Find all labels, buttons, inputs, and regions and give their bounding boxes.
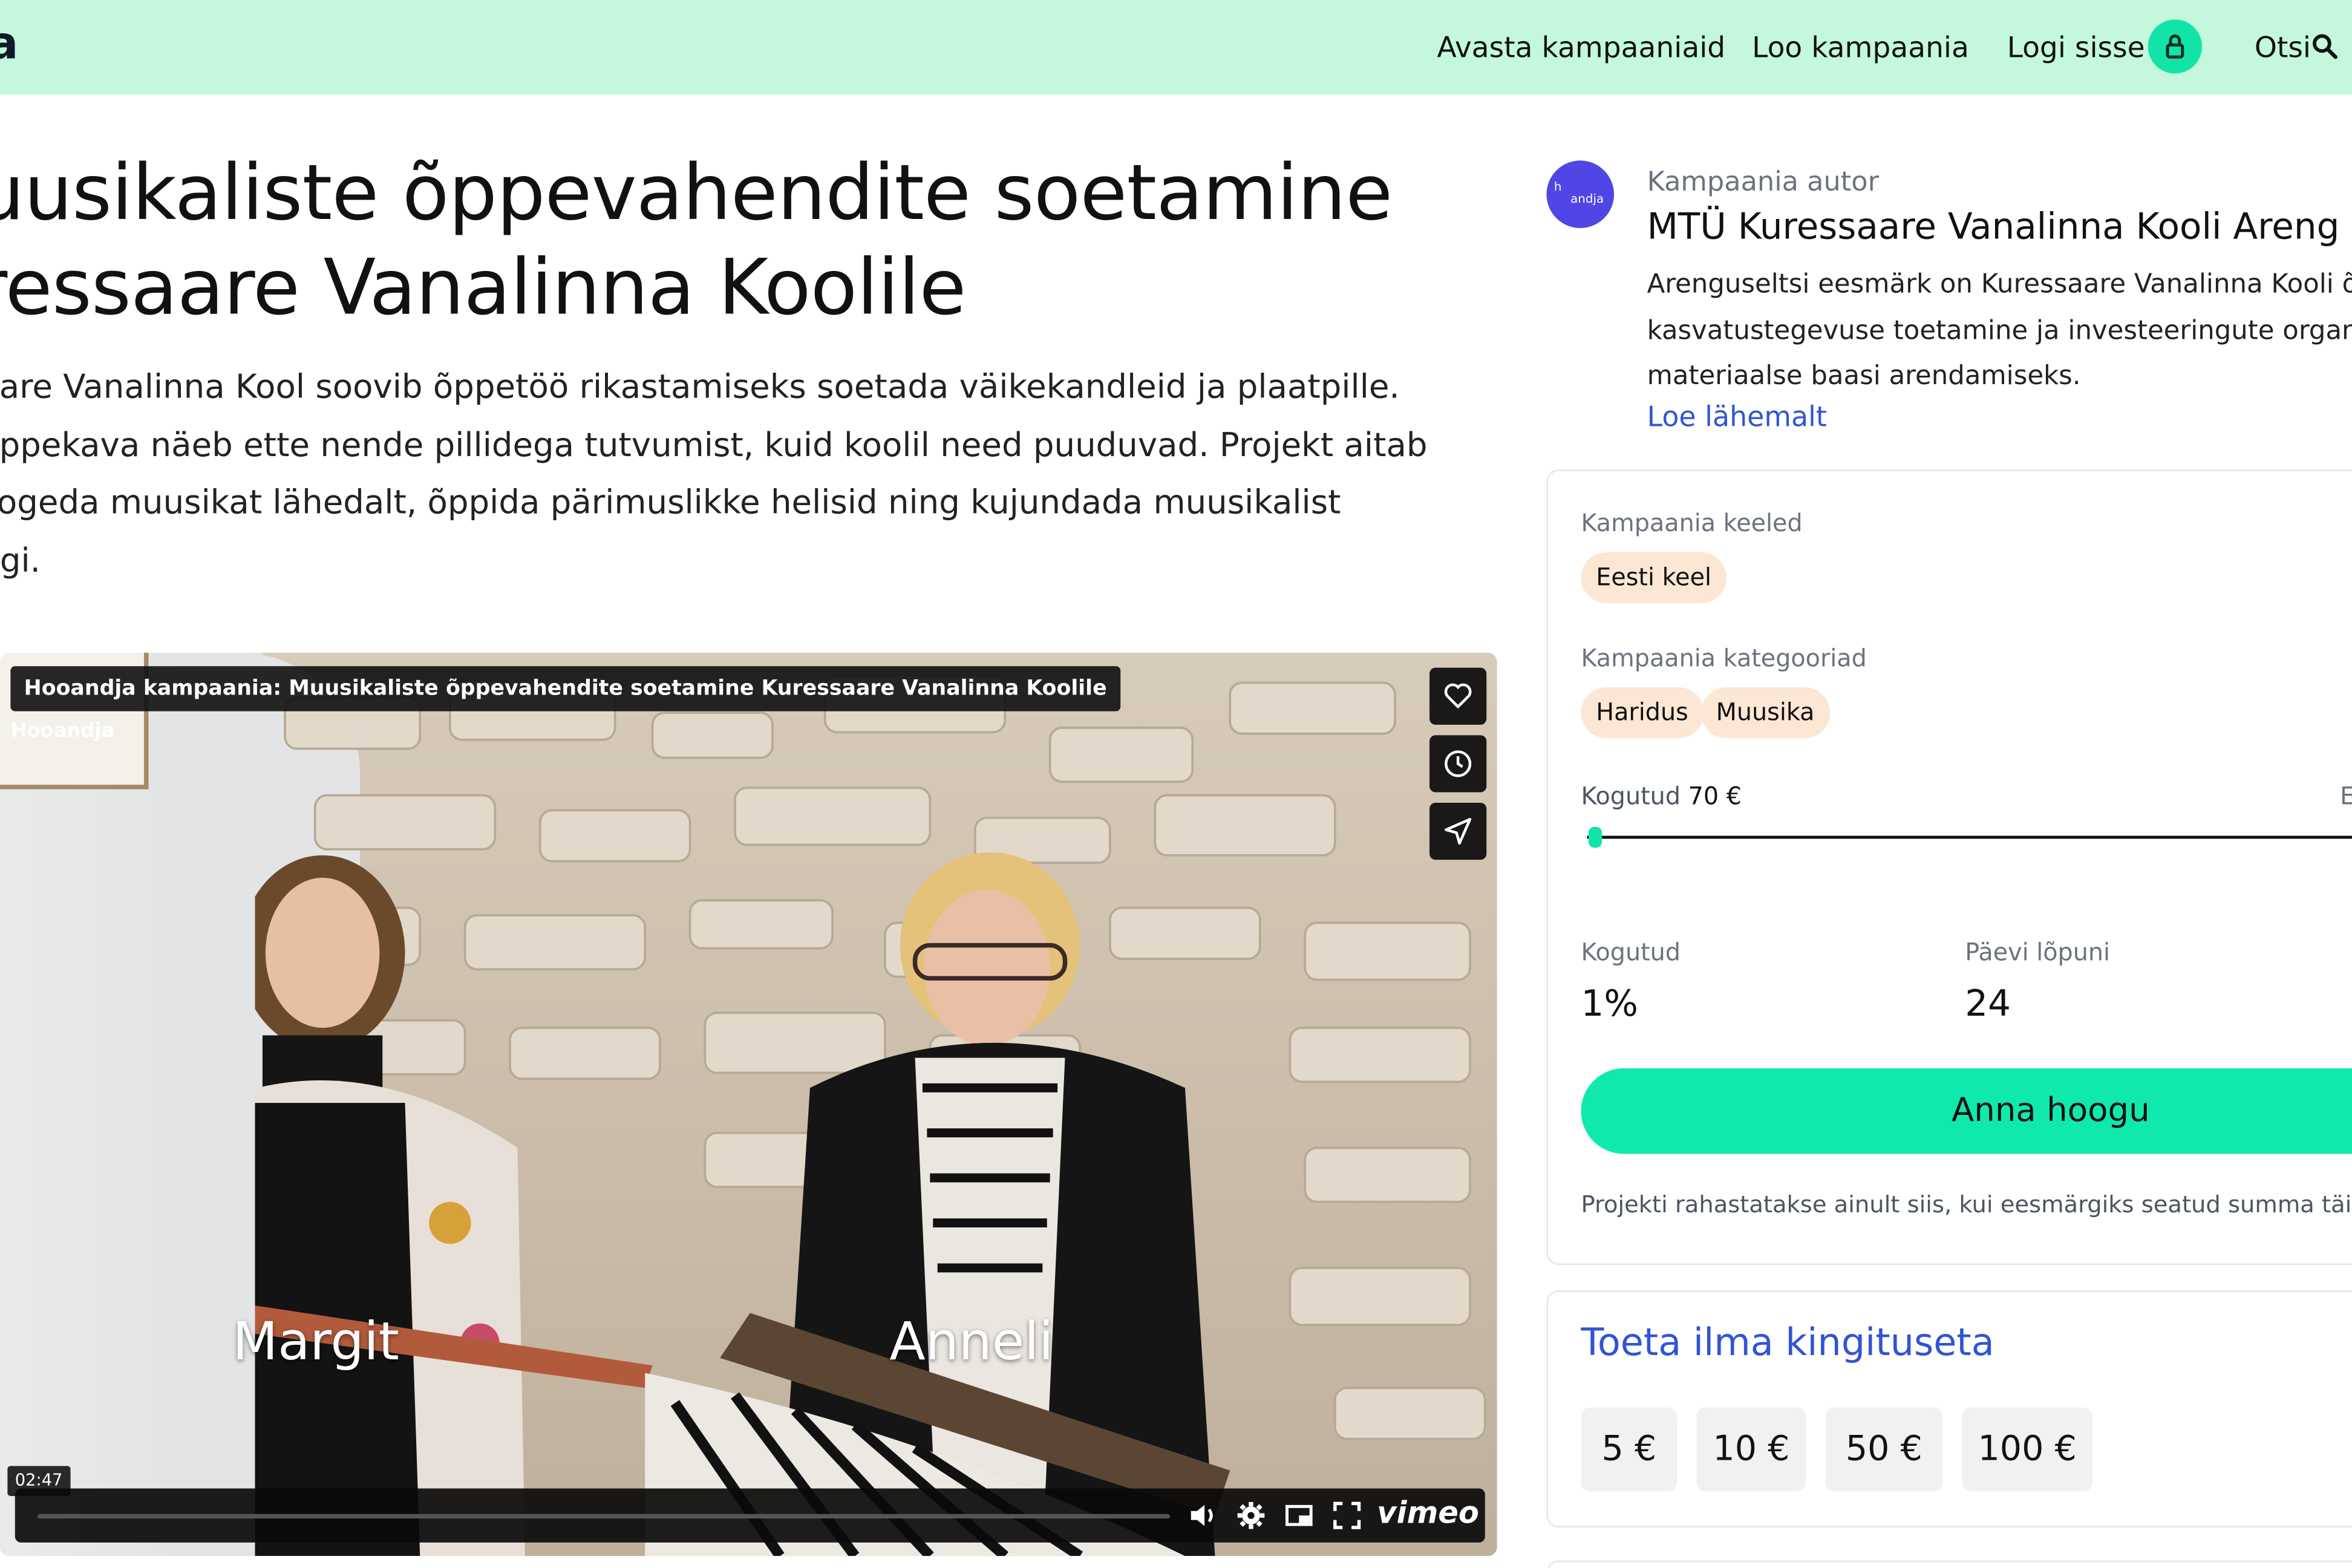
category-chip[interactable]: Muusika — [1700, 687, 1830, 739]
next-card — [1546, 1560, 2352, 1568]
amount-button[interactable]: 100 € — [1962, 1407, 2093, 1492]
days-left-label: Päevi lõpuni — [1965, 938, 2111, 967]
goal-label: E — [2340, 782, 2352, 810]
author-label: Kampaania autor — [1647, 166, 1879, 198]
campaign-title-line-2: ressaare Vanalinna Koolile — [0, 244, 966, 333]
author-description-line: Arenguseltsi eesmärk on Kuressaare Vanal… — [1647, 270, 2352, 301]
amount-button[interactable]: 5 € — [1581, 1407, 1677, 1492]
site-logo[interactable]: a — [0, 18, 18, 71]
amount-button[interactable]: 50 € — [1825, 1407, 1943, 1492]
author-description-line: kasvatustegevuse toetamine ja investeeri… — [1647, 316, 2352, 346]
collected-label: Kogutud — [1581, 782, 1681, 811]
login-button[interactable] — [2148, 19, 2203, 74]
description-line: aare Vanalinna Kool soovib õppetöö rikas… — [0, 369, 1400, 407]
search-icon[interactable] — [2311, 33, 2339, 60]
send-icon — [1445, 818, 1472, 845]
categories-label: Kampaania kategooriad — [1581, 644, 1867, 673]
like-button[interactable] — [1429, 667, 1487, 725]
lock-icon — [2166, 34, 2184, 59]
heart-icon — [1444, 683, 1472, 709]
share-button[interactable] — [1429, 803, 1487, 860]
pip-icon[interactable] — [1284, 1500, 1315, 1530]
video-scene — [255, 674, 1486, 1557]
collected-amount: 70 € — [1688, 782, 1742, 811]
volume-icon[interactable] — [1188, 1500, 1218, 1530]
languages-label: Kampaania keeled — [1581, 508, 1803, 537]
author-description: Arenguseltsi eesmärk on Kuressaare Vanal… — [1647, 263, 2352, 400]
campaign-title-line-1: uusikaliste õppevahendite soetamine — [0, 150, 1393, 239]
video-caption-right: Anneli — [889, 1313, 1054, 1373]
author-name[interactable]: MTÜ Kuressaare Vanalinna Kooli Areng — [1647, 206, 2340, 247]
read-more-link[interactable]: Loe lähemalt — [1647, 402, 1827, 434]
percent-label: Kogutud — [1581, 938, 1681, 967]
nav-discover-campaigns[interactable]: Avasta kampaaniaid — [1437, 31, 1725, 65]
author-description-line: materiaalse baasi arendamiseks. — [1647, 361, 2081, 392]
support-button-label: Anna hoogu — [1951, 1092, 2150, 1130]
clock-icon — [1445, 750, 1472, 777]
amount-button[interactable]: 10 € — [1696, 1407, 1806, 1492]
video-progress-bar[interactable] — [37, 1514, 1171, 1519]
campaign-title: uusikaliste õppevahendite soetamine ress… — [0, 147, 1476, 336]
nav-create-campaign[interactable]: Loo kampaania — [1752, 31, 1969, 65]
campaign-description: aare Vanalinna Kool soovib õppetöö rikas… — [0, 360, 1494, 591]
description-line: õppekava näeb ette nende pillidega tutvu… — [0, 426, 1428, 465]
author-avatar[interactable]: h andja — [1546, 160, 1615, 229]
funding-progress-track — [1587, 835, 2352, 839]
watch-later-button[interactable] — [1429, 735, 1487, 792]
vimeo-logo[interactable]: vimeo — [1377, 1494, 1479, 1530]
fullscreen-icon[interactable] — [1332, 1500, 1362, 1530]
settings-icon[interactable] — [1236, 1500, 1266, 1530]
days-left-value: 24 — [1965, 982, 2011, 1025]
collected-row: Kogutud 70 € — [1581, 782, 1742, 810]
funding-progress-fill — [1589, 826, 1602, 848]
description-line: ngi. — [0, 542, 41, 580]
support-button[interactable]: Anna hoogu — [1581, 1068, 2352, 1154]
funding-note: Projekti rahastatakse ainult siis, kui e… — [1581, 1191, 2352, 1219]
nav-search[interactable]: Otsi — [2255, 31, 2311, 65]
donate-title: Toeta ilma kingituseta — [1581, 1320, 1994, 1364]
video-controls: vimeo — [15, 1488, 1485, 1543]
top-navigation-bar: a Avasta kampaaniaid Loo kampaania Logi … — [0, 0, 2352, 95]
video-caption-left: Margit — [232, 1313, 399, 1373]
video-title[interactable]: Hooandja kampaania: Muusikaliste õppevah… — [10, 666, 1120, 711]
video-channel-name[interactable]: Hooandja — [10, 720, 114, 743]
video-player[interactable]: Hooandja kampaania: Muusikaliste õppevah… — [0, 652, 1497, 1557]
category-chip[interactable]: Haridus — [1581, 687, 1704, 739]
nav-login[interactable]: Logi sisse — [2007, 31, 2145, 65]
percent-value: 1% — [1581, 982, 1638, 1025]
language-chip[interactable]: Eesti keel — [1581, 552, 1726, 604]
description-line: kogeda muusikat lähedalt, õppida pärimus… — [0, 485, 1341, 523]
